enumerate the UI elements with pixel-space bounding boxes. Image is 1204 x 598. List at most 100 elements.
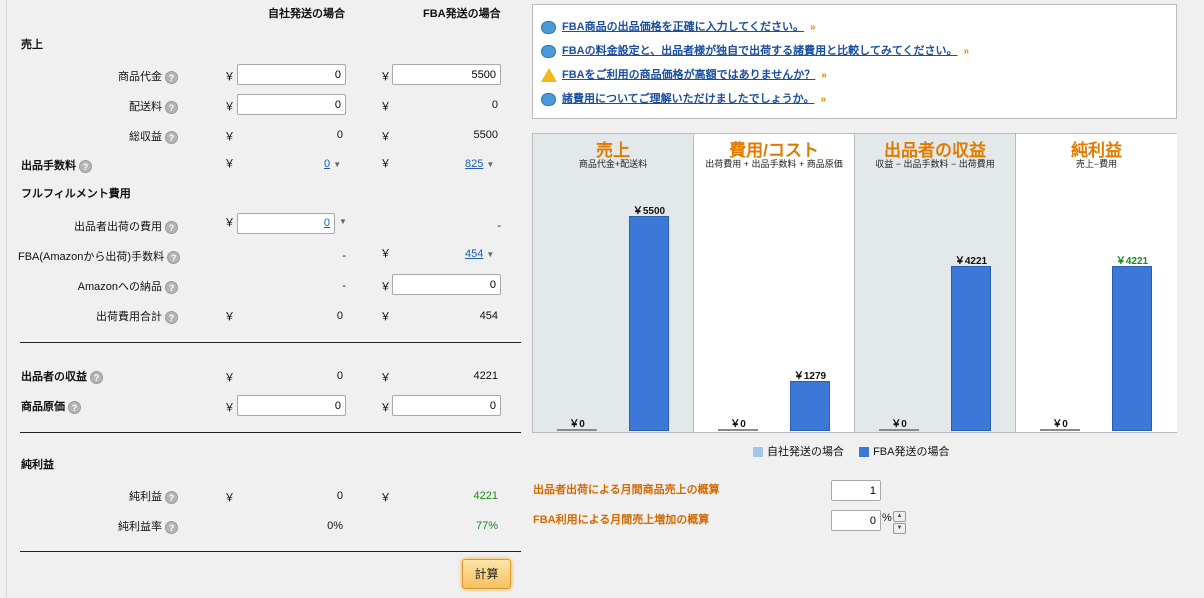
dropdown-arrow-icon[interactable]: ▼ [333, 160, 341, 169]
monthly-seller-sales-input[interactable] [831, 480, 881, 501]
section-net: 純利益 [21, 459, 54, 471]
tip-text[interactable]: FBAの料金設定と、出品者様が独自で出荷する諸費用と比較してみてください。 [562, 45, 958, 57]
spin-down-icon[interactable]: ▼ [893, 523, 906, 534]
help-icon[interactable]: ? [165, 220, 178, 234]
tip-text[interactable]: FBAをご利用の商品価格が高額ではありませんか？ [562, 69, 815, 81]
fba-fee-fba-link[interactable]: 454 ▼ [465, 248, 494, 260]
tip-link-3[interactable]: FBAをご利用の商品価格が高額ではありませんか？ » [541, 66, 827, 83]
help-icon[interactable]: ? [165, 490, 178, 504]
yen-sign: ￥ [380, 402, 391, 414]
shipping-fee-fba-value: 0 [491, 99, 498, 111]
help-icon[interactable]: ? [68, 400, 81, 414]
spin-up-icon[interactable]: ▲ [893, 511, 906, 522]
label-text: 純利益率 [118, 521, 162, 533]
net-margin-fba-value: 77% [475, 520, 498, 532]
yen-sign: ￥ [380, 248, 391, 260]
tip-text[interactable]: 諸費用についてご理解いただけましたでしょうか。 [562, 93, 814, 105]
product-price-fba-input[interactable] [392, 64, 501, 85]
divider [20, 342, 521, 343]
section-fulfillment: フルフィルメント費用 [21, 188, 131, 200]
comparison-chart: 売上 商品代金+配送料 ￥0 ￥5500 費用/コスト 出荷費用 + 出品手数料 + 商品… [532, 133, 1177, 433]
cost-of-goods-fba-input[interactable] [392, 395, 501, 416]
column-header-self: 自社発送の場合 [268, 8, 345, 20]
label-text: 配送料 [129, 101, 162, 113]
fba-fee-self-value: - [342, 250, 346, 262]
tip-link-4[interactable]: 諸費用についてご理解いただけましたでしょうか。 » [541, 90, 826, 106]
label-text: Amazonへの納品 [77, 281, 162, 293]
speech-bubble-icon [541, 20, 556, 34]
yen-sign: ￥ [380, 158, 391, 170]
yen-sign: ￥ [380, 281, 391, 293]
section-sales: 売上 [21, 39, 43, 51]
yen-sign: ￥ [224, 71, 235, 83]
dropdown-arrow-icon[interactable]: ▼ [486, 250, 494, 259]
row-label-net-margin: 純利益率? [18, 518, 178, 534]
tip-text[interactable]: FBA商品の出品価格を正確に入力してください。 [562, 21, 804, 33]
amazon-inbound-fba-input[interactable] [392, 274, 501, 295]
legend-swatch-fba [859, 447, 870, 458]
help-icon[interactable]: ? [165, 70, 178, 84]
dropdown-arrow-icon[interactable]: ▼ [339, 217, 347, 226]
chart-bar-label-fba: ￥5500 [632, 206, 666, 217]
monthly-fba-increase-input[interactable] [831, 510, 881, 531]
yen-sign: ￥ [224, 131, 235, 143]
double-chevron-down-icon[interactable]: » [820, 94, 826, 105]
chart-category-subtitle: 商品代金+配送料 [578, 159, 648, 169]
net-margin-self-value: 0% [327, 520, 343, 532]
help-icon[interactable]: ? [165, 100, 178, 114]
help-icon[interactable]: ? [165, 280, 178, 294]
help-icon[interactable]: ? [165, 520, 178, 534]
chart-category-subtitle: 収益 − 出品手数料 − 出荷費用 [875, 159, 995, 169]
link-text[interactable]: 0 [324, 158, 330, 170]
amazon-inbound-self-value: - [342, 280, 346, 292]
calculate-button[interactable]: 計算 [462, 559, 511, 589]
yen-sign: ￥ [380, 71, 391, 83]
help-icon[interactable]: ? [167, 250, 181, 264]
tip-link-1[interactable]: FBA商品の出品価格を正確に入力してください。 » [541, 18, 816, 34]
chart-bar-label-self: ￥0 [891, 419, 907, 430]
dropdown-arrow-icon[interactable]: ▼ [486, 160, 494, 169]
double-chevron-down-icon[interactable]: » [810, 22, 816, 33]
help-icon[interactable]: ? [165, 130, 178, 144]
link-text[interactable]: 454 [465, 248, 483, 260]
total-revenue-fba-value: 5500 [473, 129, 498, 141]
help-icon[interactable]: ? [79, 159, 92, 173]
chart-category-subtitle: 売上−費用 [1075, 159, 1118, 169]
divider [20, 551, 521, 552]
percent-sign: % [882, 512, 892, 524]
divider [20, 432, 521, 433]
chart-panel: 出品者の収益 収益 − 出品手数料 − 出荷費用 ￥0 ￥4221 [855, 134, 1016, 432]
chart-panel: 売上 商品代金+配送料 ￥0 ￥5500 [533, 134, 694, 432]
double-chevron-down-icon[interactable]: » [821, 70, 827, 81]
tip-link-2[interactable]: FBAの料金設定と、出品者様が独自で出荷する諸費用と比較してみてください。 » [541, 42, 969, 58]
chart-bar-label-fba: ￥1279 [793, 371, 827, 382]
label-text: 総収益 [129, 131, 162, 143]
label-text: 出荷費用合計 [96, 311, 162, 323]
shipping-fee-self-input[interactable] [237, 94, 346, 115]
link-text[interactable]: 0 [324, 217, 330, 229]
help-icon[interactable]: ? [165, 310, 178, 324]
selling-fee-self-link[interactable]: 0 ▼ [324, 158, 341, 170]
selling-fee-fba-link[interactable]: 825 ▼ [465, 158, 494, 170]
row-label-net-profit: 純利益? [18, 488, 178, 504]
product-price-self-input[interactable] [237, 64, 346, 85]
speech-bubble-icon [541, 92, 556, 106]
chart-bar-label-fba: ￥4221 [1115, 255, 1149, 267]
help-icon[interactable]: ? [90, 370, 103, 384]
chart-bar-fba [629, 216, 669, 431]
row-label-ship-total: 出荷費用合計? [18, 308, 178, 324]
chart-category-subtitle: 出荷費用 + 出品手数料 + 商品原価 [705, 159, 843, 169]
double-chevron-down-icon[interactable]: » [964, 46, 970, 57]
cost-of-goods-self-input[interactable] [237, 395, 346, 416]
link-text[interactable]: 825 [465, 158, 483, 170]
yen-sign: ￥ [224, 311, 235, 323]
chart-bar-fba [1112, 265, 1152, 431]
monthly-fba-increase-label: FBA利用による月間売上増加の概算 [533, 514, 710, 526]
yen-sign: ￥ [224, 101, 235, 113]
tips-panel: FBA商品の出品価格を正確に入力してください。 » FBAの料金設定と、出品者様が… [532, 4, 1177, 119]
label-text: 純利益 [129, 491, 162, 503]
label-text: 出品手数料 [21, 160, 76, 172]
row-label-amazon-inbound: Amazonへの納品? [18, 278, 178, 294]
seller-ship-cost-self-field[interactable]: 0 [237, 213, 335, 234]
yen-sign: ￥ [380, 311, 391, 323]
